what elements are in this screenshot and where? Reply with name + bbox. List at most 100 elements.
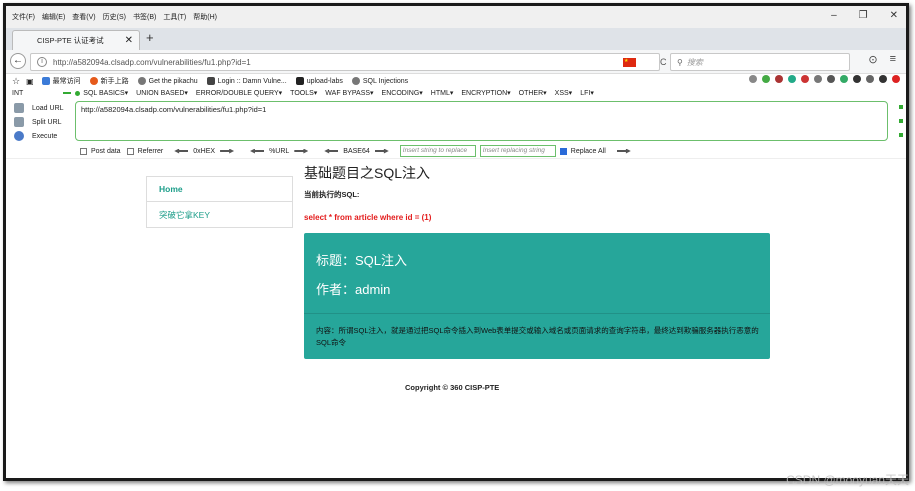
- menu-history[interactable]: 历史(S): [103, 12, 126, 22]
- tab-strip: CISP-PTE 认证考试 ✕ +: [6, 28, 906, 50]
- menu-tools[interactable]: 工具(T): [163, 12, 186, 22]
- arrow-left-icon[interactable]: [174, 148, 189, 154]
- arrow-left-icon[interactable]: [324, 148, 339, 154]
- find-string-input[interactable]: Insert string to replace: [399, 145, 476, 157]
- maximize-button[interactable]: ❐: [859, 10, 868, 21]
- address-text: http://a582094a.clsadp.com/vulnerabiliti…: [53, 57, 251, 67]
- arrow-right-icon[interactable]: [294, 148, 309, 154]
- article-author: 作者：admin: [316, 282, 391, 297]
- menu-help[interactable]: 帮助(H): [193, 12, 217, 22]
- bookmark-label: 最常访问: [52, 78, 81, 85]
- bookmark-getting-started[interactable]: 新手上路: [89, 76, 129, 86]
- hackbar-menu-other[interactable]: OTHER▾: [519, 89, 547, 97]
- sidebar-item-home[interactable]: Home: [147, 177, 292, 202]
- base64-group: BASE64: [319, 148, 393, 155]
- replace-string-input[interactable]: Insert replacing string: [479, 145, 556, 157]
- hackbar-menu-html[interactable]: HTML▾: [431, 89, 454, 97]
- clipboard-icon[interactable]: ▣: [26, 77, 34, 86]
- article-card: 标题：SQL注入 作者：admin 内容：所谓SQL注入，就是通过把SQL命令插…: [304, 233, 770, 359]
- page-content: Home 突破它拿KEY 基础题目之SQL注入 当前执行的SQL: select…: [6, 158, 906, 478]
- hackbar-menu-waf-bypass[interactable]: WAF BYPASS▾: [325, 89, 373, 97]
- menu-bookmarks[interactable]: 书签(B): [133, 12, 156, 22]
- execute-button[interactable]: Execute: [14, 129, 64, 143]
- arrow-left-icon[interactable]: [250, 148, 265, 154]
- minimize-button[interactable]: –: [831, 10, 837, 21]
- menu-edit[interactable]: 编辑(E): [42, 12, 65, 22]
- new-tab-button[interactable]: +: [146, 30, 154, 45]
- navigation-bar: ← i http://a582094a.clsadp.com/vulnerabi…: [6, 50, 906, 74]
- hamburger-menu-icon[interactable]: ≡: [890, 53, 896, 66]
- extension-icon[interactable]: [814, 75, 822, 83]
- hackbar-menu-xss[interactable]: XSS▾: [555, 89, 573, 97]
- site-info-icon[interactable]: i: [37, 57, 47, 67]
- extension-icon[interactable]: [827, 75, 835, 83]
- extension-icon[interactable]: [749, 75, 757, 83]
- split-url-button[interactable]: Split URL: [14, 115, 64, 129]
- menu-bar: 文件(F) 编辑(E) 查看(V) 历史(S) 书签(B) 工具(T) 帮助(H…: [6, 6, 906, 28]
- hackbar-select[interactable]: INT: [12, 90, 23, 97]
- reload-button[interactable]: C: [660, 57, 667, 67]
- checkbox-box-checked: [559, 147, 567, 155]
- url-encode-group: %URL: [245, 148, 313, 155]
- bookmark-icon: [41, 77, 50, 85]
- close-window-button[interactable]: ✕: [890, 10, 898, 21]
- hackbar-side-handle[interactable]: [899, 133, 903, 137]
- account-icon[interactable]: ⊙: [868, 53, 877, 66]
- arrow-right-icon[interactable]: [374, 148, 389, 154]
- hackbar-menu-sql-basics[interactable]: SQL BASICS▾: [83, 89, 128, 97]
- js-icon[interactable]: [892, 75, 900, 83]
- globe-icon: [351, 77, 360, 85]
- hackbar-menu-encryption[interactable]: ENCRYPTION▾: [461, 89, 510, 97]
- hackbar-side-handle[interactable]: [899, 105, 903, 109]
- post-data-checkbox[interactable]: Post data: [80, 147, 121, 155]
- execute-label: Execute: [32, 132, 58, 140]
- watermark: CSDN @mooyuan天天: [786, 473, 909, 487]
- replace-all-checkbox[interactable]: Replace All: [559, 147, 606, 155]
- back-button[interactable]: ←: [10, 53, 26, 69]
- bookmark-label: 新手上路: [100, 78, 129, 85]
- tab-cisp-pte[interactable]: CISP-PTE 认证考试 ✕: [12, 30, 140, 50]
- checkbox-box: [80, 147, 87, 155]
- arrow-right-icon[interactable]: [220, 148, 235, 154]
- dvwa-icon: [206, 77, 215, 85]
- menu-file[interactable]: 文件(F): [12, 12, 35, 22]
- load-url-button[interactable]: Load URL: [14, 101, 64, 115]
- star-icon[interactable]: ☆: [12, 76, 20, 87]
- address-bar[interactable]: i http://a582094a.clsadp.com/vulnerabili…: [30, 53, 667, 71]
- sidebar-item-get-key[interactable]: 突破它拿KEY: [147, 202, 292, 227]
- search-input[interactable]: ⚲ 搜索: [670, 53, 850, 71]
- sql-label: 当前执行的SQL:: [304, 190, 360, 199]
- hackbar-toggle-icon[interactable]: [63, 92, 72, 94]
- tab-close-icon[interactable]: ✕: [125, 35, 133, 46]
- bookmark-sql-injections[interactable]: SQL Injections: [351, 77, 408, 85]
- bookmark-upload-labs[interactable]: upload-labs: [295, 77, 343, 85]
- replace-run-icon[interactable]: [616, 148, 631, 154]
- extension-icon[interactable]: [866, 75, 874, 83]
- extension-icon[interactable]: [840, 75, 848, 83]
- nav-right-tools: ⊙ ≡: [868, 53, 896, 66]
- bookmark-pikachu[interactable]: Get the pikachu: [137, 77, 198, 85]
- hackbar-menu-encoding[interactable]: ENCODING▾: [382, 89, 423, 97]
- url-encode-label: %URL: [269, 147, 290, 155]
- home-icon[interactable]: [879, 75, 887, 83]
- extension-icon[interactable]: [788, 75, 796, 83]
- hackbar-side-handle[interactable]: [899, 119, 903, 123]
- hackbar-menu-union-based[interactable]: UNION BASED▾: [136, 89, 188, 97]
- hackbar-url-textarea[interactable]: http://a582094a.clsadp.com/vulnerabiliti…: [75, 101, 888, 141]
- extension-icon[interactable]: [801, 75, 809, 83]
- menu-view[interactable]: 查看(V): [72, 12, 95, 22]
- extension-icon[interactable]: [762, 75, 770, 83]
- extension-icon[interactable]: [775, 75, 783, 83]
- hackbar-status-icon: [75, 90, 81, 96]
- article-content: 内容：所谓SQL注入，就是通过把SQL命令插入到Web表单提交或输入域名或页面请…: [316, 326, 759, 347]
- bookmark-dvwa[interactable]: Login :: Damn Vulne...: [206, 77, 287, 85]
- download-icon[interactable]: [853, 75, 861, 83]
- bookmark-most-visited[interactable]: 最常访问: [41, 76, 81, 86]
- hackbar-options: Post data Referrer 0xHEX %URL BASE64 Ins…: [6, 144, 906, 158]
- hackbar-menu-lfi[interactable]: LFI▾: [580, 89, 594, 97]
- checkbox-box: [126, 147, 134, 155]
- hackbar-menu-error-double-query[interactable]: ERROR/DOUBLE QUERY▾: [196, 89, 282, 97]
- hackbar-menu-tools[interactable]: TOOLS▾: [290, 89, 317, 97]
- base64-label: BASE64: [343, 147, 370, 155]
- referrer-checkbox[interactable]: Referrer: [126, 147, 163, 155]
